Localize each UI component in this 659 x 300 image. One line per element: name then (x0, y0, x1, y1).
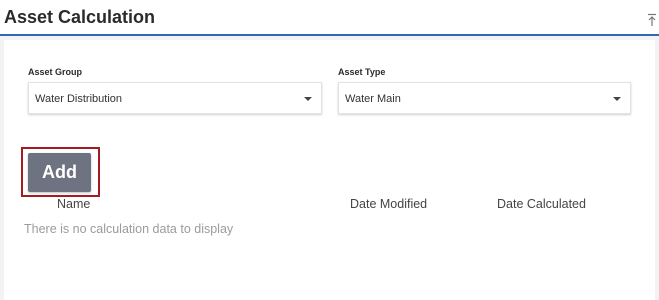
chevron-down-icon (613, 97, 621, 101)
column-header-date-modified[interactable]: Date Modified (350, 197, 427, 211)
asset-type-value: Water Main (345, 93, 401, 105)
column-header-name[interactable]: Name (57, 197, 90, 211)
page-title: Asset Calculation (4, 7, 156, 27)
collapse-up-icon[interactable] (647, 13, 657, 27)
asset-group-select[interactable]: Water Distribution (28, 82, 322, 114)
calculation-panel: Asset Group Water Distribution Asset Typ… (4, 40, 655, 300)
chevron-down-icon (304, 97, 312, 101)
asset-group-label: Asset Group (28, 67, 83, 77)
asset-type-label: Asset Type (338, 67, 386, 77)
column-header-date-calculated[interactable]: Date Calculated (497, 197, 586, 211)
add-button[interactable]: Add (28, 153, 91, 192)
empty-state-message: There is no calculation data to display (24, 222, 234, 236)
page-header: Asset Calculation (0, 0, 659, 36)
asset-group-value: Water Distribution (35, 93, 123, 105)
asset-type-select[interactable]: Water Main (338, 82, 631, 114)
